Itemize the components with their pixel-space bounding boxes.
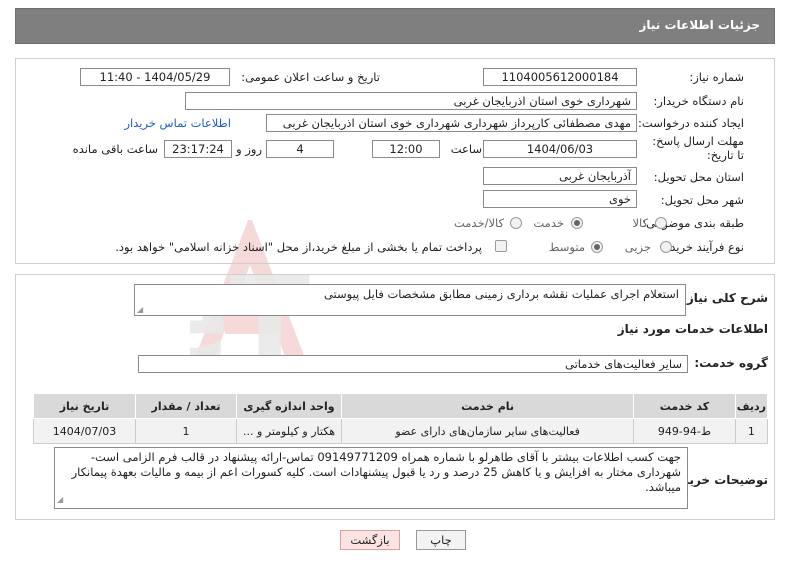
col-service-code: کد خدمت: [633, 393, 736, 419]
buyer-notes-textarea: جهت کسب اطلاعات بیشتر با آقای طاهرلو با …: [54, 447, 688, 509]
summary-text: استعلام اجرای عملیات نقشه برداری زمینی م…: [323, 287, 679, 301]
buyer-org-field: شهرداری خوی استان اذربایجان غربی: [185, 92, 637, 110]
deadline-time-label: ساعت: [450, 142, 482, 156]
col-row-number: ردیف: [734, 393, 769, 419]
province-field: آذربایجان غربی: [483, 167, 637, 185]
services-table: ردیف کد خدمت نام خدمت واحد اندازه گیری ت…: [33, 393, 769, 444]
cell-row-number: 1: [734, 418, 769, 444]
cell-unit: هکتار و کیلومتر و ...: [236, 418, 343, 444]
category-option-goods: کالا: [632, 216, 648, 230]
city-label: شهر محل تحویل:: [660, 193, 744, 207]
requester-label: ایجاد کننده درخواست:: [638, 116, 744, 130]
buyer-notes-text: جهت کسب اطلاعات بیشتر با آقای طاهرلو با …: [71, 450, 681, 494]
process-radio-medium[interactable]: [591, 241, 603, 253]
process-label: نوع فرآیند خرید :: [662, 240, 744, 254]
category-radio-goods[interactable]: [655, 217, 667, 229]
category-option-goods-service: کالا/خدمت: [453, 216, 504, 230]
remaining-days-field: 4: [266, 140, 334, 158]
buyer-contact-link[interactable]: اطلاعات تماس خریدار: [124, 116, 231, 130]
resize-handle-icon[interactable]: ◢: [137, 305, 143, 314]
province-label: استان محل تحویل:: [653, 170, 744, 184]
remaining-time-field: 23:17:24: [164, 140, 232, 158]
category-radio-service[interactable]: [571, 217, 583, 229]
print-button[interactable]: چاپ: [416, 530, 466, 550]
announce-datetime-label: تاریخ و ساعت اعلان عمومی:: [241, 70, 380, 84]
table-row: 1 ط-94-949 فعالیت‌های سایر سازمان‌های دا…: [33, 418, 769, 444]
treasury-checkbox[interactable]: [495, 240, 507, 252]
remaining-time-label: ساعت باقی مانده: [72, 142, 158, 156]
cell-service-code: ط-94-949: [633, 418, 736, 444]
deadline-label: مهلت ارسال پاسخ: تا تاریخ:: [652, 134, 744, 162]
treasury-note: پرداخت تمام یا بخشی از مبلغ خرید،از محل …: [115, 240, 482, 254]
need-number-label: شماره نیاز:: [689, 70, 744, 84]
back-button[interactable]: بازگشت: [340, 530, 400, 550]
resize-handle-icon[interactable]: ◢: [57, 492, 63, 507]
need-number-field: 1104005612000184: [483, 68, 637, 86]
remaining-days-label: روز و: [236, 142, 262, 156]
announce-datetime-field: 1404/05/29 - 11:40: [80, 68, 230, 86]
table-header-row: ردیف کد خدمت نام خدمت واحد اندازه گیری ت…: [33, 393, 769, 419]
col-unit: واحد اندازه گیری: [236, 393, 343, 419]
col-quantity: تعداد / مقدار: [134, 393, 238, 419]
header-panel: جزئیات اطلاعات نیاز: [15, 8, 775, 44]
col-need-date: تاریخ نیاز: [33, 393, 136, 419]
service-group-label: گروه خدمت:: [694, 356, 768, 370]
category-radio-goods-service[interactable]: [510, 217, 522, 229]
cell-need-date: 1404/07/03: [33, 418, 136, 444]
col-service-name: نام خدمت: [341, 393, 635, 419]
buyer-org-label: نام دستگاه خریدار:: [653, 94, 744, 108]
deadline-time-field: 12:00: [372, 140, 440, 158]
city-field: خوی: [483, 190, 637, 208]
requester-field: مهدی مصطفائی کارپرداز شهرداری شهرداری خو…: [266, 114, 637, 132]
category-option-service: خدمت: [533, 216, 564, 230]
process-option-medium: متوسط: [548, 240, 585, 254]
process-radio-minor[interactable]: [660, 241, 672, 253]
services-section-title: اطلاعات خدمات مورد نیاز: [617, 322, 768, 336]
service-group-field: سایر فعالیت‌های خدماتی: [138, 355, 688, 373]
summary-label: شرح کلی نیاز:: [682, 291, 768, 305]
deadline-date-field: 1404/06/03: [483, 140, 637, 158]
cell-service-name: فعالیت‌های سایر سازمان‌های دارای عضو: [341, 418, 635, 444]
cell-quantity: 1: [134, 418, 238, 444]
summary-textarea: استعلام اجرای عملیات نقشه برداری زمینی م…: [134, 284, 686, 316]
page-title: جزئیات اطلاعات نیاز: [639, 18, 760, 32]
process-option-minor: جزیی: [624, 240, 651, 254]
